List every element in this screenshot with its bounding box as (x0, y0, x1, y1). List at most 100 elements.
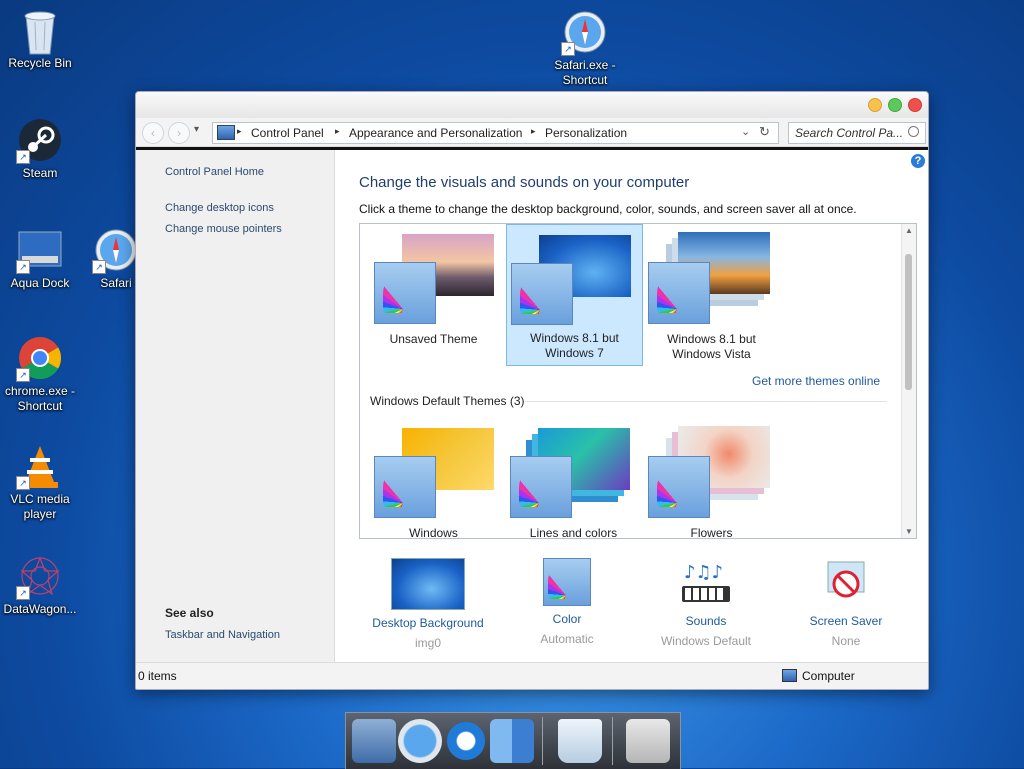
breadcrumb-appearance[interactable]: Appearance and Personalization (349, 126, 522, 140)
desktop-icon-label: Recycle Bin (8, 56, 72, 70)
forward-button[interactable]: › (168, 122, 190, 144)
desktop-icon-label: chrome.exe - Shortcut (4, 384, 76, 413)
help-icon[interactable]: ? (911, 154, 925, 168)
theme-list: Unsaved Theme Windows 8.1 but Windows 7 … (359, 223, 917, 539)
desktop-icon-label: DataWagon... (3, 602, 77, 616)
screen-saver-setting[interactable]: Screen Saver None (781, 558, 911, 648)
setting-value: Automatic (540, 632, 594, 646)
main-pane: ? Change the visuals and sounds on your … (335, 150, 928, 663)
title-bar[interactable] (136, 92, 928, 118)
desktop-icon-label: VLC media player (10, 492, 70, 521)
dock-safari-icon[interactable] (398, 719, 442, 763)
page-subtitle: Click a theme to change the desktop back… (359, 202, 857, 216)
chrome-icon: ↗ (16, 336, 62, 382)
aqua-dock-icon: ↗ (16, 228, 62, 274)
shortcut-arrow-icon: ↗ (16, 476, 30, 490)
desktop-icon-aqua-dock[interactable]: ↗ Aqua Dock (0, 228, 80, 291)
scroll-down-arrow-icon[interactable]: ▼ (905, 527, 913, 536)
aqua-dock (345, 712, 681, 769)
search-icon[interactable] (908, 126, 919, 137)
theme-lines-and-colors[interactable]: Lines and colors (506, 420, 641, 539)
group-title: Windows Default Themes (3) (370, 394, 525, 408)
theme-color-fan-icon (648, 262, 710, 324)
close-button[interactable] (908, 98, 922, 112)
change-mouse-pointers-link[interactable]: Change mouse pointers (165, 223, 282, 235)
desktop-icon-recycle-bin[interactable]: Recycle Bin (0, 8, 80, 71)
desktop-icon-label: Safari (100, 276, 132, 290)
dock-recycle-bin-icon[interactable] (558, 719, 602, 763)
recent-pages-chevron-icon[interactable]: ▾ (194, 124, 199, 135)
scroll-up-arrow-icon[interactable]: ▲ (905, 226, 913, 235)
see-also-heading: See also (165, 606, 214, 620)
maximize-button[interactable] (888, 98, 902, 112)
theme-label: Lines and colors (529, 526, 618, 539)
safari-compass-icon: ↗ (561, 10, 607, 56)
breadcrumb-personalization[interactable]: Personalization (545, 126, 627, 140)
dock-mail-icon[interactable] (352, 719, 396, 763)
address-bar[interactable]: ▸ Control Panel ▸ Appearance and Persona… (212, 122, 779, 144)
theme-windows-81-but-7[interactable]: Windows 8.1 but Windows 7 (506, 224, 643, 366)
sounds-setting[interactable]: ♪♫♪ Sounds Windows Default (641, 558, 771, 648)
status-bar: 0 items Computer (136, 662, 928, 689)
address-dropdown-chevron-icon[interactable]: ⌄ (741, 125, 750, 138)
theme-label: Windows (409, 526, 458, 539)
control-panel-icon (217, 125, 235, 140)
theme-windows[interactable]: Windows (366, 420, 501, 539)
minimize-button[interactable] (868, 98, 882, 112)
get-more-themes-link[interactable]: Get more themes online (752, 374, 880, 388)
dock-finder-icon[interactable] (490, 719, 534, 763)
desktop-background-icon (391, 558, 465, 610)
dock-separator (612, 717, 613, 765)
theme-label: Windows 8.1 but Windows Vista (667, 332, 756, 361)
safari-compass-icon: ↗ (92, 228, 138, 274)
refresh-icon[interactable]: ↻ (759, 124, 770, 140)
desktop-icon-safari-shortcut[interactable]: ↗ Safari.exe - Shortcut (545, 10, 625, 88)
change-desktop-icons-link[interactable]: Change desktop icons (165, 202, 274, 214)
desktop-icon-chrome-shortcut[interactable]: ↗ chrome.exe - Shortcut (0, 336, 80, 414)
color-fan-icon (543, 558, 591, 606)
theme-color-fan-icon (510, 456, 572, 518)
dock-internet-explorer-icon[interactable] (444, 719, 488, 763)
theme-color-fan-icon (511, 263, 573, 325)
back-button[interactable]: ‹ (142, 122, 164, 144)
sounds-keyboard-icon: ♪♫♪ (670, 558, 742, 608)
shortcut-arrow-icon: ↗ (16, 368, 30, 382)
theme-label: Windows 8.1 but Windows 7 (530, 331, 619, 360)
setting-value: img0 (414, 636, 441, 650)
search-input[interactable]: Search Control Pa... (795, 126, 903, 140)
desktop-icon-label: Safari.exe - Shortcut (554, 58, 616, 87)
desktop-background-setting[interactable]: Desktop Background img0 (363, 558, 493, 650)
theme-unsaved[interactable]: Unsaved Theme (366, 226, 501, 366)
group-divider (525, 401, 887, 402)
theme-list-scrollbar[interactable]: ▲ ▼ (901, 224, 916, 538)
desktop-icon-steam[interactable]: ↗ Steam (0, 118, 80, 181)
theme-label: Flowers (690, 526, 733, 539)
desktop-icon-vlc[interactable]: ↗ VLC media player (0, 444, 80, 522)
location-label: Computer (802, 669, 855, 683)
shortcut-arrow-icon: ↗ (92, 260, 106, 274)
left-pane: Control Panel Home Change desktop icons … (136, 150, 335, 663)
theme-color-fan-icon (648, 456, 710, 518)
search-box[interactable]: Search Control Pa... (788, 122, 926, 144)
setting-value: Windows Default (660, 634, 752, 648)
color-setting[interactable]: Color Automatic (502, 558, 632, 646)
theme-flowers[interactable]: Flowers (644, 420, 779, 539)
taskbar-navigation-link[interactable]: Taskbar and Navigation (165, 629, 280, 641)
dock-apple-menu-icon[interactable] (626, 719, 670, 763)
setting-title: Sounds (685, 614, 727, 628)
default-themes-group-header[interactable]: Windows Default Themes (3) (370, 394, 890, 408)
control-panel-home-link[interactable]: Control Panel Home (165, 166, 264, 178)
steam-icon: ↗ (16, 118, 62, 164)
theme-color-fan-icon (374, 262, 436, 324)
recycle-bin-icon (18, 8, 62, 55)
scrollbar-thumb[interactable] (905, 254, 912, 390)
svg-text:♪♫♪: ♪♫♪ (684, 562, 723, 583)
breadcrumb-separator-icon: ▸ (335, 126, 340, 136)
setting-title: Color (552, 612, 582, 626)
theme-color-fan-icon (374, 456, 436, 518)
shortcut-arrow-icon: ↗ (561, 42, 575, 56)
theme-windows-81-but-vista[interactable]: Windows 8.1 but Windows Vista (644, 226, 779, 366)
breadcrumb-control-panel[interactable]: Control Panel (251, 126, 324, 140)
screen-saver-none-icon (810, 558, 882, 608)
desktop-icon-datawagon[interactable]: ↗ DataWagon... (0, 554, 80, 617)
